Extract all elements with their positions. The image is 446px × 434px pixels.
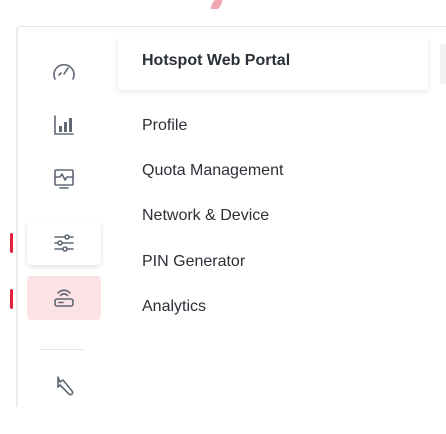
gauge-icon: [53, 63, 75, 80]
rail-item-system[interactable]: [27, 364, 101, 408]
content-edge: [440, 44, 446, 84]
wrench-icon: [57, 376, 74, 396]
header-divider: [18, 26, 446, 27]
navigation-panel: Hotspot Web Portal Profile Quota Managem…: [0, 0, 446, 434]
rail-item-hotspot[interactable]: [27, 276, 101, 320]
rail-item-monitoring[interactable]: [27, 156, 101, 200]
sidebar-border: [16, 27, 18, 407]
rail-active-marker: [10, 233, 13, 253]
menu-item-network-device[interactable]: Network & Device: [142, 207, 269, 225]
rail-selected-marker: [10, 289, 13, 309]
sliders-icon: [54, 234, 74, 252]
submenu-header: Hotspot Web Portal: [118, 36, 428, 90]
monitor-icon: [54, 169, 74, 189]
rail-divider: [40, 349, 84, 350]
rail-item-settings[interactable]: [27, 221, 101, 265]
rail-item-statistics[interactable]: [27, 103, 101, 147]
menu-item-analytics[interactable]: Analytics: [142, 298, 206, 316]
menu-item-profile[interactable]: Profile: [142, 117, 187, 135]
wifi-router-icon: [54, 289, 74, 307]
brand-logo: [150, 0, 330, 12]
menu-item-pin-generator[interactable]: PIN Generator: [142, 253, 245, 271]
submenu-title: Hotspot Web Portal: [142, 52, 291, 69]
bar-chart-icon: [54, 115, 74, 135]
rail-item-dashboard[interactable]: [27, 51, 101, 95]
menu-item-quota-management[interactable]: Quota Management: [142, 162, 283, 180]
